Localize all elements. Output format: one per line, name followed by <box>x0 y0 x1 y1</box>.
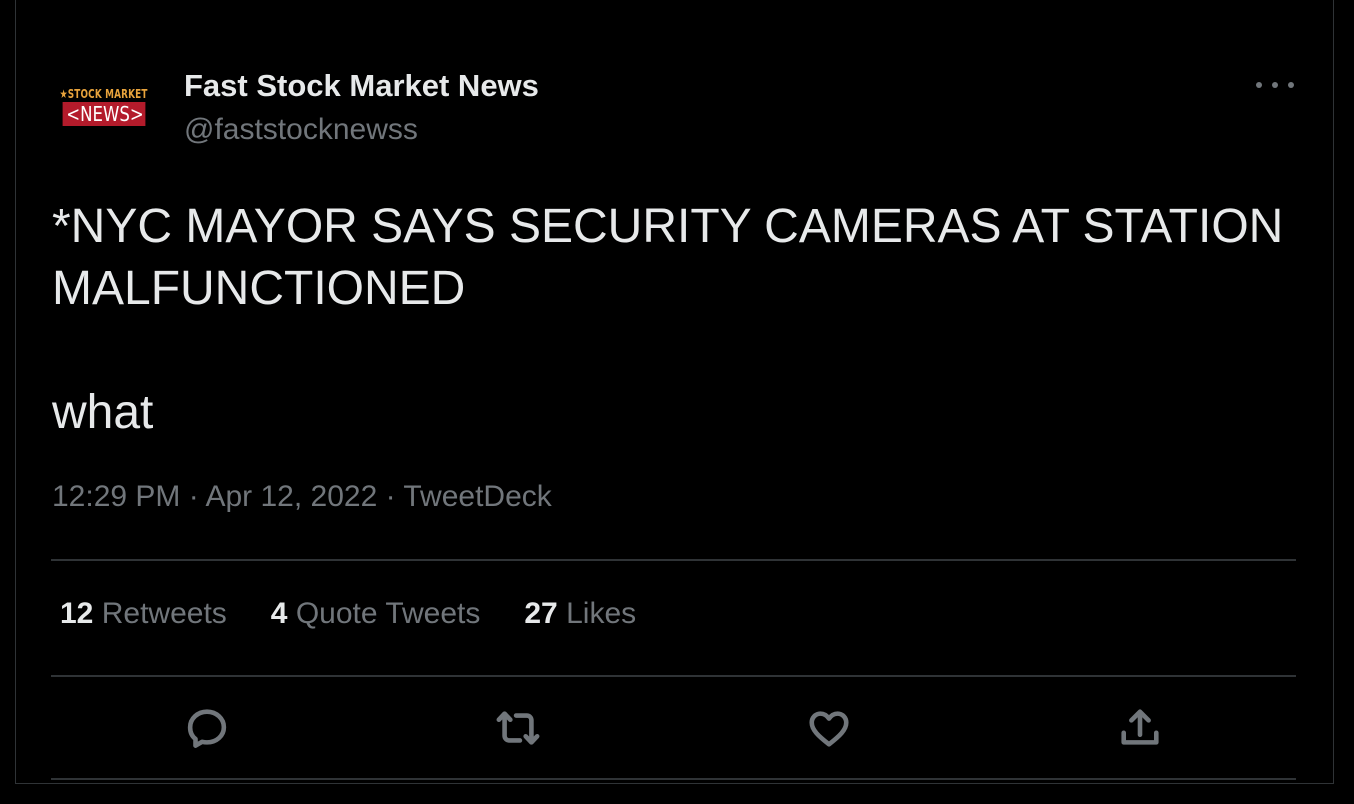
reply-icon <box>187 709 227 748</box>
author-handle[interactable]: @faststocknewss <box>184 113 418 147</box>
tweet-source[interactable]: TweetDeck <box>403 480 551 513</box>
more-horizontal-icon <box>1256 82 1262 88</box>
more-options-button[interactable] <box>1256 70 1294 100</box>
likes-stat[interactable]: 27 Likes <box>524 597 636 631</box>
share-icon <box>1121 709 1159 745</box>
likes-label: Likes <box>566 597 637 630</box>
retweets-label: Retweets <box>101 597 227 630</box>
tweet-metadata: 12:29 PM · Apr 12, 2022 · TweetDeck <box>52 480 552 514</box>
quote-tweets-count: 4 <box>270 597 288 630</box>
divider <box>51 675 1296 677</box>
tweet-date[interactable]: Apr 12, 2022 <box>205 480 377 513</box>
avatar[interactable]: ★STOCK MARKET <NEWS> <box>54 84 154 132</box>
author-display-name[interactable]: Fast Stock Market News <box>184 68 539 104</box>
like-button[interactable] <box>801 700 857 756</box>
tweet-actions <box>0 700 1354 756</box>
heart-icon <box>809 711 849 747</box>
tweet-stats: 12 Retweets 4 Quote Tweets 27 Likes <box>60 597 680 631</box>
avatar-logo-top-text: ★STOCK MARKET <box>60 87 148 101</box>
quote-tweets-label: Quote Tweets <box>295 597 481 630</box>
retweet-button[interactable] <box>490 700 546 756</box>
share-button[interactable] <box>1112 700 1168 756</box>
retweets-stat[interactable]: 12 Retweets <box>60 597 227 631</box>
reply-button[interactable] <box>179 700 235 756</box>
divider <box>51 778 1296 780</box>
divider <box>51 559 1296 561</box>
retweets-count: 12 <box>60 597 94 630</box>
likes-count: 27 <box>524 597 558 630</box>
quote-tweets-stat[interactable]: 4 Quote Tweets <box>271 597 481 631</box>
meta-separator: · <box>385 480 396 513</box>
tweet-text: *NYC MAYOR SAYS SECURITY CAMERAS AT STAT… <box>52 200 1284 439</box>
meta-separator: · <box>188 480 199 513</box>
avatar-logo-bottom-text: <NEWS> <box>62 102 146 126</box>
tweet-time[interactable]: 12:29 PM <box>52 480 180 513</box>
retweet-icon <box>496 711 540 745</box>
